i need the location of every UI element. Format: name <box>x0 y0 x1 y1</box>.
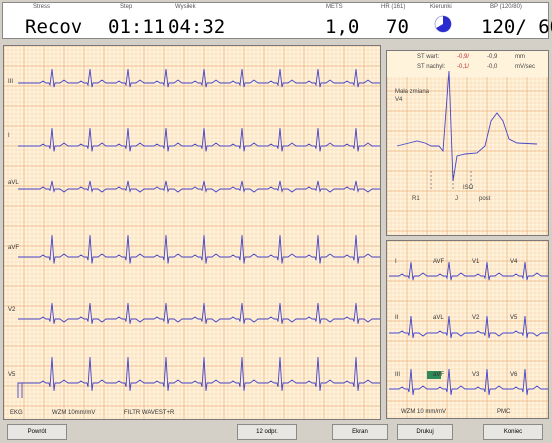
trace-lead-i <box>18 127 380 152</box>
grid-trace-row-1 <box>389 261 548 281</box>
grid-label-i: I <box>395 259 397 265</box>
label-hr: HR (161) <box>381 4 406 10</box>
marker-iso: ISO <box>463 185 474 191</box>
label-bp: BP (120/80) <box>490 4 522 10</box>
marker-r: R1 <box>412 196 420 202</box>
st-value-1: -0,9/ <box>457 54 470 60</box>
st-slope-label: ST nachyl: <box>417 64 446 70</box>
grid-minor-lines <box>4 46 380 419</box>
status-gain: WZM 10mm/mV <box>52 410 96 416</box>
lead-label-i: I <box>8 133 10 139</box>
twelve-lead-button[interactable]: 12 odpr. <box>237 424 297 440</box>
grid-label-iii: III <box>395 372 401 378</box>
trace-lead-avf <box>18 234 380 264</box>
grid-status-gain: WZM 10 mm/mV <box>401 409 446 415</box>
grid-label-v5: V5 <box>510 315 518 321</box>
grid-label-avf: aVF <box>433 372 445 378</box>
label-direction: Kierunki <box>430 4 452 10</box>
st-value-label: ST wart: <box>417 54 440 60</box>
status-filter: FILTR WAVEST+R <box>124 410 175 416</box>
heart-rate-indicator-icon <box>434 15 452 33</box>
mets-value: 1,0 <box>325 16 360 38</box>
label-mets: METS <box>326 4 343 10</box>
status-ecg: EKG <box>10 410 23 416</box>
step-time-value: 01:11 <box>108 16 166 38</box>
exercise-time-value: 04:32 <box>168 16 226 38</box>
grid-label-v6: V6 <box>510 372 518 378</box>
bp-value: 120/ 60 <box>481 16 552 38</box>
median-lead: V4 <box>395 97 403 103</box>
grid-label-v1: V1 <box>472 259 480 265</box>
label-step: Step <box>120 4 133 10</box>
phase-value: Recov <box>25 16 83 38</box>
grid-label-avr: AVF <box>433 259 445 265</box>
grid-status-mode: PMC <box>497 409 511 415</box>
label-exercise: Wysiłek <box>175 4 196 10</box>
marker-post: post <box>479 196 491 202</box>
median-title: Mała zmiana <box>395 89 430 95</box>
main-ecg-traces <box>4 46 380 419</box>
marker-j: J <box>455 196 458 202</box>
lead-label-v2: V2 <box>8 307 16 313</box>
main-ecg-panel: III I aVL aVF V2 V5 EKG WZM 10mm/mV FILT… <box>3 45 381 420</box>
st-slope-2: -0,0 <box>487 64 498 70</box>
twelve-lead-panel: I AVF V1 V4 II aVL V2 V5 III aVF V3 V6 W… <box>386 240 549 419</box>
st-value-unit: mm <box>515 54 525 60</box>
twelve-lead-traces <box>387 241 548 418</box>
status-header: Stress Step Wysiłek METS HR (161) Kierun… <box>2 2 552 39</box>
end-button[interactable]: Koniec <box>483 424 543 440</box>
st-slope-1: -0,1/ <box>457 64 470 70</box>
trace-lead-avl <box>18 180 380 193</box>
grid-trace-row-2 <box>389 315 548 339</box>
median-beat-trace <box>387 51 548 235</box>
lead-label-avf: aVF <box>8 245 20 251</box>
print-button[interactable]: Drukuj <box>397 424 453 440</box>
grid-label-v4: V4 <box>510 259 518 265</box>
lead-label-iii: III <box>8 79 14 85</box>
hr-value: 70 <box>386 16 409 38</box>
label-stress: Stress <box>33 4 51 10</box>
lead-label-avl: aVL <box>8 180 19 186</box>
st-analysis-panel: ST wart: -0,9/ -0,9 mm ST nachyl: -0,1/ … <box>386 50 549 236</box>
back-button[interactable]: Powrót <box>7 424 67 440</box>
grid-label-v3: V3 <box>472 372 480 378</box>
grid-label-ii: II <box>395 315 399 321</box>
grid-label-avl: aVL <box>433 315 444 321</box>
grid-label-v2: V2 <box>472 315 480 321</box>
lead-label-v5: V5 <box>8 372 16 378</box>
st-slope-unit: mV/sec <box>515 64 536 70</box>
st-value-2: -0,9 <box>487 54 498 60</box>
screen-button[interactable]: Ekran <box>332 424 388 440</box>
